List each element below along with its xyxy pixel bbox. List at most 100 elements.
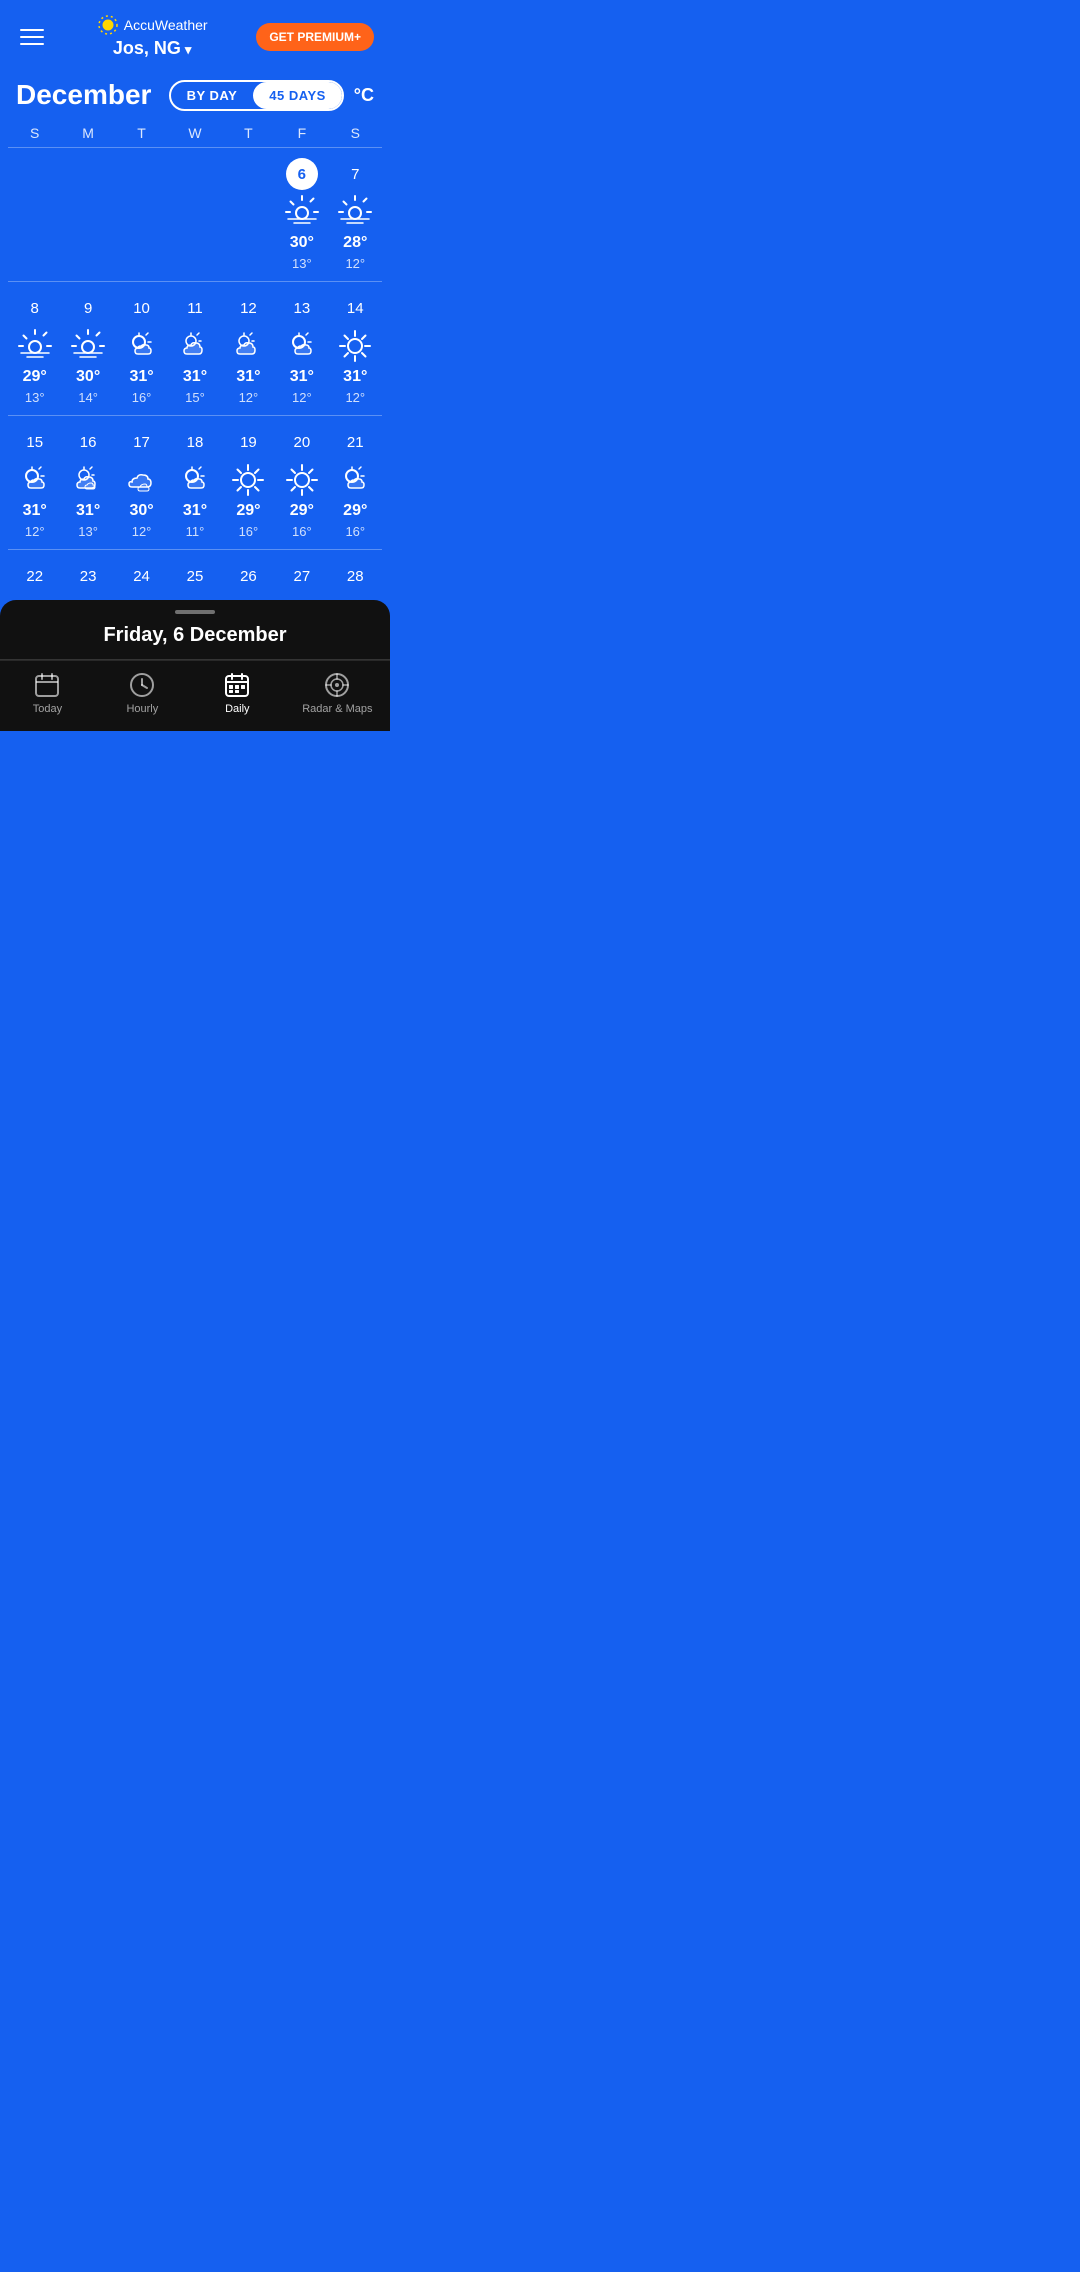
day-number-19: 19 — [232, 426, 264, 458]
day-cell-dec12[interactable]: 12 31° 12° — [222, 292, 275, 405]
day-headers: S M T W T F S — [8, 117, 382, 147]
day-number-23: 23 — [72, 560, 104, 592]
sunrise-icon-9 — [70, 328, 106, 364]
day-header-fri: F — [275, 125, 328, 141]
radar-icon — [323, 671, 351, 699]
sunny-icon-19 — [230, 462, 266, 498]
low-temp-19: 16° — [239, 524, 259, 539]
day-cell-dec25[interactable]: 25 — [168, 560, 221, 592]
day-number-20: 20 — [286, 426, 318, 458]
day-number-10: 10 — [126, 292, 158, 324]
day-cell-dec8[interactable]: 8 29° 13° — [8, 292, 61, 405]
low-temp-9: 14° — [78, 390, 98, 405]
day-header-sat: S — [329, 125, 382, 141]
low-temp-14: 12° — [345, 390, 365, 405]
day-number-18: 18 — [179, 426, 211, 458]
low-temp-13: 12° — [292, 390, 312, 405]
empty-cell — [115, 158, 168, 271]
day-cell-dec13[interactable]: 13 31° 12° — [275, 292, 328, 405]
day-cell-dec16[interactable]: 16 31° 13° — [61, 426, 114, 539]
partly-cloudy-icon-15 — [17, 462, 53, 498]
low-temp-8: 13° — [25, 390, 45, 405]
by-day-button[interactable]: BY DAY — [171, 82, 254, 109]
day-cell-dec6[interactable]: 6 30° 13° — [275, 158, 328, 271]
cloudy-sun-icon-11 — [177, 328, 213, 364]
day-cell-dec18[interactable]: 18 31° 11° — [168, 426, 221, 539]
day-cell-dec26[interactable]: 26 — [222, 560, 275, 592]
day-number-21: 21 — [339, 426, 371, 458]
day-cell-dec11[interactable]: 11 31° 15° — [168, 292, 221, 405]
high-temp-6: 30° — [290, 234, 314, 252]
day-number-15: 15 — [19, 426, 51, 458]
day-cell-dec9[interactable]: 9 30° 14° — [61, 292, 114, 405]
low-temp-16: 13° — [78, 524, 98, 539]
calendar-grid-icon — [223, 671, 251, 699]
view-toggle[interactable]: BY DAY 45 DAYS — [169, 80, 344, 111]
day-number-14: 14 — [339, 292, 371, 324]
month-title: December — [16, 79, 151, 111]
accuweather-sun-icon — [97, 14, 119, 36]
day-cell-dec23[interactable]: 23 — [61, 560, 114, 592]
chevron-down-icon: ▾ — [185, 42, 192, 58]
high-temp-20: 29° — [290, 502, 314, 520]
day-header-tue: T — [115, 125, 168, 141]
day-number-9: 9 — [72, 292, 104, 324]
day-cell-dec15[interactable]: 15 31° 12° — [8, 426, 61, 539]
empty-cell — [61, 158, 114, 271]
cloudy-sun-icon-16 — [70, 462, 106, 498]
day-cell-dec24[interactable]: 24 — [115, 560, 168, 592]
nav-item-hourly[interactable]: Hourly — [112, 671, 172, 715]
day-cell-dec28[interactable]: 28 — [329, 560, 382, 592]
day-cell-dec19[interactable]: 19 29° 16° — [222, 426, 275, 539]
day-cell-dec7[interactable]: 7 28° 12° — [329, 158, 382, 271]
empty-cell — [8, 158, 61, 271]
high-temp-17: 30° — [129, 502, 153, 520]
day-number-28: 28 — [339, 560, 371, 592]
nav-item-daily[interactable]: Daily — [207, 671, 267, 715]
bottom-panel: Friday, 6 December Today Hourly — [0, 600, 390, 731]
premium-button[interactable]: GET PREMIUM+ — [256, 23, 374, 51]
day-cell-dec21[interactable]: 21 29° 16° — [329, 426, 382, 539]
day-cell-dec17[interactable]: 17 30° 12° — [115, 426, 168, 539]
high-temp-11: 31° — [183, 368, 207, 386]
high-temp-13: 31° — [290, 368, 314, 386]
hamburger-menu[interactable] — [16, 25, 48, 49]
day-cell-dec14[interactable]: 14 31° 12° — [329, 292, 382, 405]
day-number-12: 12 — [232, 292, 264, 324]
day-cell-dec27[interactable]: 27 — [275, 560, 328, 592]
partly-cloudy-icon-18 — [177, 462, 213, 498]
week-row-2: 8 29° 13° 9 — [8, 281, 382, 415]
app-header: AccuWeather Jos, NG ▾ GET PREMIUM+ — [0, 0, 390, 69]
day-header-wed: W — [168, 125, 221, 141]
clock-icon — [128, 671, 156, 699]
nav-item-today[interactable]: Today — [17, 671, 77, 715]
high-temp-21: 29° — [343, 502, 367, 520]
calendar-icon — [33, 671, 61, 699]
location-text: Jos, NG — [113, 38, 181, 59]
sunny-icon-20 — [284, 462, 320, 498]
empty-cell — [168, 158, 221, 271]
high-temp-19: 29° — [236, 502, 260, 520]
high-temp-16: 31° — [76, 502, 100, 520]
low-temp-18: 11° — [186, 524, 205, 539]
header-center: AccuWeather Jos, NG ▾ — [97, 14, 208, 59]
empty-cell — [222, 158, 275, 271]
drag-handle[interactable] — [175, 610, 215, 614]
location-row[interactable]: Jos, NG ▾ — [113, 38, 192, 59]
temperature-unit[interactable]: °C — [354, 85, 374, 106]
day-cell-dec20[interactable]: 20 29° 16° — [275, 426, 328, 539]
day-number-25: 25 — [179, 560, 211, 592]
day-cell-dec22[interactable]: 22 — [8, 560, 61, 592]
day-number-26: 26 — [232, 560, 264, 592]
day-header-thu: T — [222, 125, 275, 141]
month-header: December BY DAY 45 DAYS °C — [0, 69, 390, 117]
nav-label-daily: Daily — [225, 703, 249, 715]
day-cell-dec10[interactable]: 10 31° 16° — [115, 292, 168, 405]
day-number-6: 6 — [286, 158, 318, 190]
nav-item-radar[interactable]: Radar & Maps — [302, 671, 372, 715]
low-temp-12: 12° — [239, 390, 259, 405]
high-temp-10: 31° — [129, 368, 153, 386]
cloudy-sun-icon-12 — [230, 328, 266, 364]
high-temp-14: 31° — [343, 368, 367, 386]
45-days-button[interactable]: 45 DAYS — [253, 82, 342, 109]
